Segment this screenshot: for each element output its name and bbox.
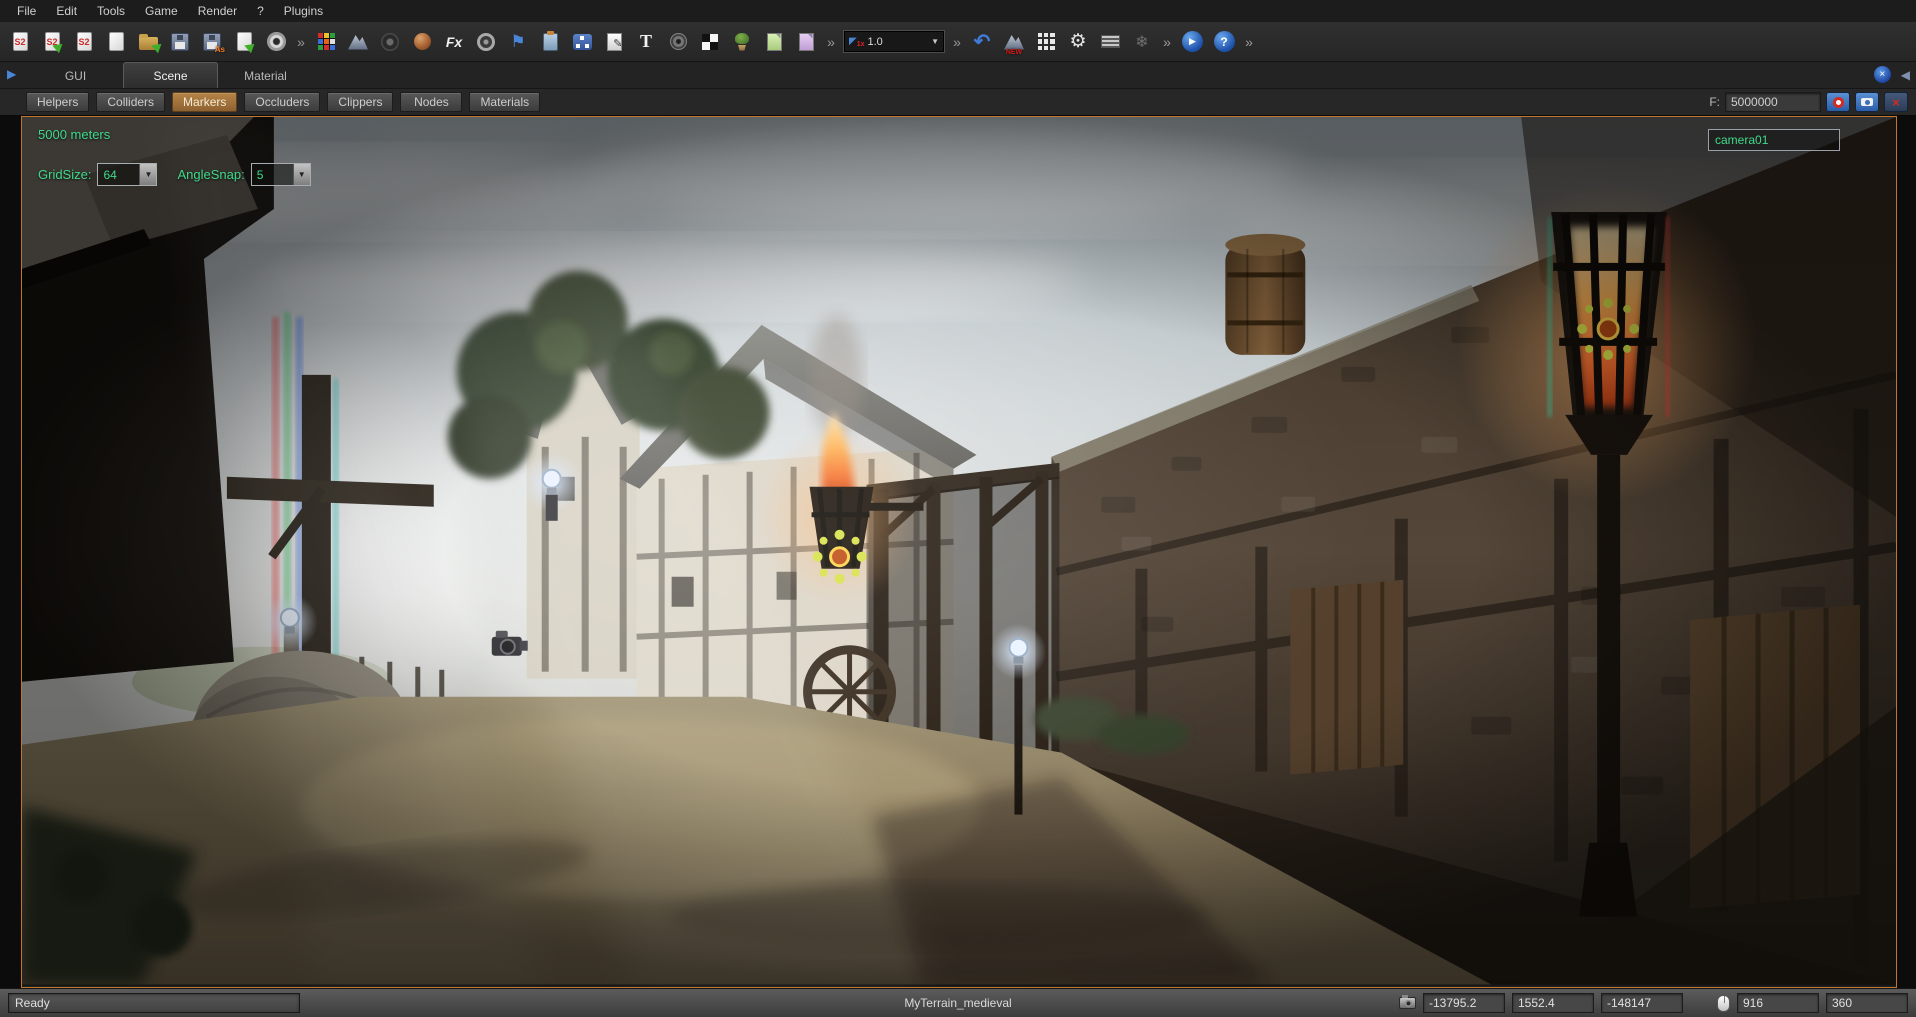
tab-material[interactable]: Material: [218, 62, 313, 88]
menu-bar: File Edit Tools Game Render ? Plugins: [0, 0, 1916, 22]
camera-position-icon: [1399, 997, 1416, 1009]
cube-icon[interactable]: [312, 28, 340, 56]
network-globe-icon[interactable]: ×: [1874, 66, 1891, 83]
toolbar-overflow-icon[interactable]: »: [824, 34, 838, 50]
planet-icon[interactable]: [408, 28, 436, 56]
checkerboard-icon[interactable]: [696, 28, 724, 56]
flag-icon[interactable]: ⚑: [504, 28, 532, 56]
speaker-icon[interactable]: [664, 28, 692, 56]
collapse-arrow-icon[interactable]: ◀: [1901, 68, 1910, 82]
save-icon[interactable]: [166, 28, 194, 56]
clippers-button[interactable]: Clippers: [327, 92, 393, 112]
markers-button[interactable]: Markers: [172, 92, 237, 112]
camera-z-field[interactable]: [1601, 993, 1683, 1013]
occluders-button[interactable]: Occluders: [244, 92, 320, 112]
s2-document-icon[interactable]: S2: [6, 28, 34, 56]
main-toolbar: S2 S2 S2 As » Fx ⚑ ✎ T » ◤ 1x 1.0 ▼ » ↶ …: [0, 22, 1916, 62]
fx-icon[interactable]: Fx: [440, 28, 468, 56]
viewport-margin: 5000 meters GridSize: 64 ▼ AngleSnap: 5 …: [0, 116, 1916, 988]
f-label: F:: [1709, 95, 1720, 109]
active-camera-input[interactable]: camera01: [1708, 129, 1840, 151]
menu-edit[interactable]: Edit: [47, 1, 86, 21]
toolbar-overflow-icon[interactable]: »: [1160, 34, 1174, 50]
scene-toolbar: Helpers Colliders Markers Occluders Clip…: [0, 89, 1916, 116]
toolbar-overflow-icon[interactable]: »: [1242, 34, 1256, 50]
chevron-down-icon[interactable]: ▼: [293, 164, 310, 185]
toolbar-overflow-icon[interactable]: »: [294, 34, 308, 50]
s2-open-icon[interactable]: S2: [38, 28, 66, 56]
import-file-icon[interactable]: [230, 28, 258, 56]
tire-icon[interactable]: [376, 28, 404, 56]
gear-icon[interactable]: ⚙: [1064, 28, 1092, 56]
open-folder-icon[interactable]: [134, 28, 162, 56]
target-icon-button[interactable]: [1826, 92, 1850, 112]
medieval-village-render: [22, 117, 1896, 987]
fullscreen-toggle-button[interactable]: ×: [1884, 92, 1908, 112]
reel-icon[interactable]: [472, 28, 500, 56]
mouse-icon: [1717, 995, 1730, 1012]
notepad-icon[interactable]: ✎: [600, 28, 628, 56]
new-file-icon[interactable]: [102, 28, 130, 56]
nodes-button[interactable]: Nodes: [400, 92, 462, 112]
materials-button[interactable]: Materials: [469, 92, 540, 112]
menu-tools[interactable]: Tools: [88, 1, 134, 21]
grid-size-dropdown[interactable]: 64 ▼: [97, 163, 157, 186]
expand-arrow-icon[interactable]: ▶: [7, 67, 16, 81]
terrain-icon[interactable]: [344, 28, 372, 56]
helpers-button[interactable]: Helpers: [26, 92, 89, 112]
menu-render[interactable]: Render: [189, 1, 246, 21]
play-icon[interactable]: ▶: [1178, 28, 1206, 56]
cursor-icon: ◤: [849, 37, 857, 47]
toolbar-overflow-icon[interactable]: »: [950, 34, 964, 50]
cursor-y-field[interactable]: [1826, 993, 1908, 1013]
clipboard-icon[interactable]: [536, 28, 564, 56]
colliders-button[interactable]: Colliders: [96, 92, 165, 112]
viewport-3d-scene[interactable]: 5000 meters GridSize: 64 ▼ AngleSnap: 5 …: [21, 116, 1897, 988]
angle-snap-dropdown[interactable]: 5 ▼: [251, 163, 311, 186]
camera-x-field[interactable]: [1423, 993, 1505, 1013]
disc-icon[interactable]: [262, 28, 290, 56]
terrain-new-icon[interactable]: NEW: [1000, 28, 1028, 56]
speed-dropdown[interactable]: ◤ 1x 1.0 ▼: [844, 31, 944, 52]
menu-help[interactable]: ?: [248, 1, 273, 21]
grid-size-label: GridSize:: [38, 167, 91, 182]
f-value-input[interactable]: [1725, 92, 1821, 112]
snowflake-icon[interactable]: ❄: [1128, 28, 1156, 56]
hierarchy-icon[interactable]: [568, 28, 596, 56]
s2-save-icon[interactable]: S2: [70, 28, 98, 56]
text-tool-icon[interactable]: T: [632, 28, 660, 56]
memory-icon[interactable]: [1096, 28, 1124, 56]
note-purple-icon[interactable]: [792, 28, 820, 56]
cursor-x-field[interactable]: [1737, 993, 1819, 1013]
grid-icon[interactable]: [1032, 28, 1060, 56]
menu-file[interactable]: File: [8, 1, 45, 21]
menu-plugins[interactable]: Plugins: [275, 1, 332, 21]
save-as-icon[interactable]: As: [198, 28, 226, 56]
note-green-icon[interactable]: [760, 28, 788, 56]
help-icon[interactable]: ?: [1210, 28, 1238, 56]
chevron-down-icon: ▼: [931, 37, 939, 46]
angle-snap-label: AngleSnap:: [177, 167, 244, 182]
chevron-down-icon[interactable]: ▼: [139, 164, 156, 185]
status-bar: Ready MyTerrain_medieval: [0, 988, 1916, 1017]
tab-row: ▶ GUI Scene Material × ◀: [0, 62, 1916, 89]
one-x-label: 1x: [857, 41, 865, 48]
plant-icon[interactable]: [728, 28, 756, 56]
undo-icon[interactable]: ↶: [968, 28, 996, 56]
speed-value: 1.0: [868, 36, 929, 48]
tab-gui[interactable]: GUI: [28, 62, 123, 88]
camera-y-field[interactable]: [1512, 993, 1594, 1013]
camera-screenshot-button[interactable]: [1855, 92, 1879, 112]
tab-scene[interactable]: Scene: [123, 62, 218, 88]
menu-game[interactable]: Game: [136, 1, 187, 21]
view-range-label: 5000 meters: [38, 127, 110, 142]
